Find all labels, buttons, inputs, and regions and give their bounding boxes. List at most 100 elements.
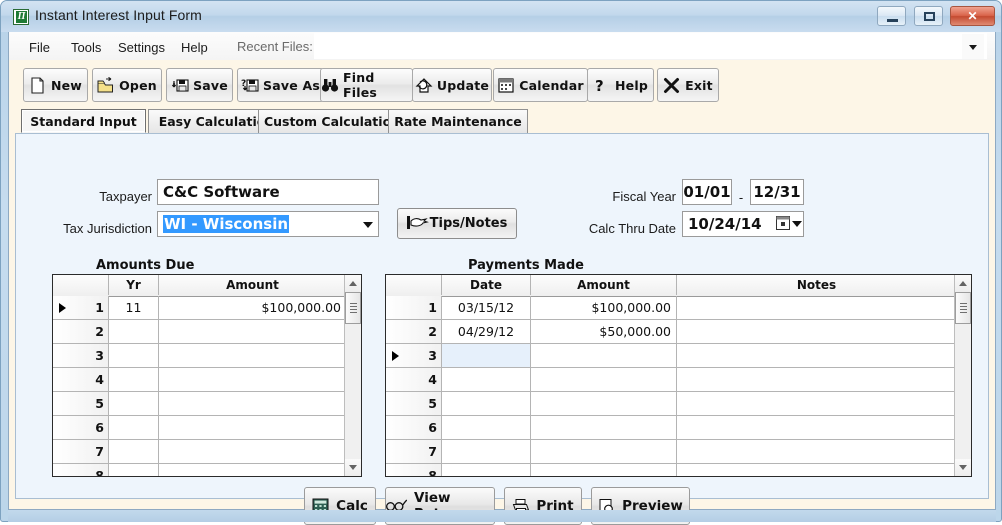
- cell-yr[interactable]: [109, 416, 159, 439]
- scroll-down-button[interactable]: [955, 459, 971, 476]
- row-selector[interactable]: 2: [386, 320, 442, 343]
- cell-date[interactable]: [442, 368, 531, 391]
- cell-amount[interactable]: [159, 368, 346, 391]
- chevron-down-icon[interactable]: [792, 221, 802, 227]
- table-row[interactable]: 3: [53, 344, 346, 368]
- scroll-thumb[interactable]: [955, 292, 971, 324]
- recent-files-combo[interactable]: [314, 33, 987, 59]
- toolbar-button-exit[interactable]: Exit: [657, 68, 719, 102]
- row-selector[interactable]: 8: [386, 464, 442, 476]
- cell-notes[interactable]: [677, 440, 956, 463]
- table-row[interactable]: 4: [53, 368, 346, 392]
- row-selector[interactable]: 2: [53, 320, 109, 343]
- cell-amount[interactable]: [159, 344, 346, 367]
- cell-date[interactable]: 04/29/12: [442, 320, 531, 343]
- cell-yr[interactable]: [109, 392, 159, 415]
- toolbar-button-new[interactable]: New: [23, 68, 88, 102]
- cell-yr[interactable]: [109, 368, 159, 391]
- toolbar-button-save[interactable]: Save: [166, 68, 233, 102]
- cell-notes[interactable]: [677, 416, 956, 439]
- cell-notes[interactable]: [677, 320, 956, 343]
- scroll-down-button[interactable]: [345, 459, 361, 476]
- payments-col-notes[interactable]: Notes: [677, 275, 956, 295]
- table-row[interactable]: 7: [53, 440, 346, 464]
- chevron-down-icon[interactable]: [363, 222, 373, 228]
- cell-notes[interactable]: [677, 392, 956, 415]
- fiscal-year-end-input[interactable]: 12/31: [750, 179, 804, 205]
- amounts-due-scrollbar[interactable]: [344, 275, 361, 476]
- recent-files-dropdown-button[interactable]: [962, 34, 984, 59]
- table-row[interactable]: 8: [53, 464, 346, 476]
- cell-amount[interactable]: [531, 344, 677, 367]
- cell-notes[interactable]: [677, 296, 956, 319]
- tab-standard-input[interactable]: Standard Input: [21, 109, 146, 133]
- table-row[interactable]: 6: [53, 416, 346, 440]
- menu-settings[interactable]: Settings: [111, 38, 172, 57]
- payments-col-date[interactable]: Date: [442, 275, 531, 295]
- tax-jurisdiction-combo[interactable]: WI - Wisconsin: [157, 211, 379, 237]
- toolbar-button-find-files[interactable]: Find Files: [320, 68, 413, 102]
- cell-date[interactable]: [442, 344, 531, 367]
- cell-amount[interactable]: [159, 392, 346, 415]
- close-button[interactable]: ✕: [950, 6, 995, 26]
- toolbar-button-save-as[interactable]: ? Save As: [237, 68, 324, 102]
- payments-made-scrollbar[interactable]: [954, 275, 971, 476]
- cell-amount[interactable]: [159, 320, 346, 343]
- scroll-up-button[interactable]: [345, 275, 361, 292]
- cell-yr[interactable]: [109, 464, 159, 476]
- scroll-up-button[interactable]: [955, 275, 971, 292]
- cell-amount[interactable]: [159, 440, 346, 463]
- row-selector[interactable]: 4: [386, 368, 442, 391]
- cell-amount[interactable]: $50,000.00: [531, 320, 677, 343]
- minimize-button[interactable]: [877, 6, 907, 26]
- cell-amount[interactable]: [159, 416, 346, 439]
- payments-made-grid[interactable]: Date Amount Notes 1 03/15/12 $100,000.00 2 0…: [385, 274, 972, 477]
- row-selector[interactable]: 6: [53, 416, 109, 439]
- table-row[interactable]: 3: [386, 344, 956, 368]
- toolbar-button-update[interactable]: Update: [412, 68, 492, 102]
- menu-help[interactable]: Help: [174, 38, 215, 57]
- payments-col-amount[interactable]: Amount: [531, 275, 677, 295]
- cell-amount[interactable]: $100,000.00: [159, 296, 346, 319]
- toolbar-button-calendar[interactable]: Calendar: [493, 68, 588, 102]
- table-row[interactable]: 5: [386, 392, 956, 416]
- cell-date[interactable]: [442, 440, 531, 463]
- table-row[interactable]: 7: [386, 440, 956, 464]
- row-selector[interactable]: 8: [53, 464, 109, 476]
- cell-yr[interactable]: [109, 344, 159, 367]
- tips-notes-button[interactable]: Tips/Notes: [397, 208, 517, 239]
- menu-file[interactable]: File: [22, 38, 57, 57]
- row-selector[interactable]: 7: [386, 440, 442, 463]
- table-row[interactable]: 2: [53, 320, 346, 344]
- cell-yr[interactable]: [109, 320, 159, 343]
- table-row[interactable]: 4: [386, 368, 956, 392]
- row-selector[interactable]: 5: [386, 392, 442, 415]
- maximize-button[interactable]: [913, 6, 943, 26]
- cell-date[interactable]: [442, 392, 531, 415]
- table-row[interactable]: 1 03/15/12 $100,000.00: [386, 296, 956, 320]
- row-selector[interactable]: 7: [53, 440, 109, 463]
- row-selector[interactable]: 3: [53, 344, 109, 367]
- cell-date[interactable]: [442, 464, 531, 476]
- cell-notes[interactable]: [677, 368, 956, 391]
- tab-custom-calculation[interactable]: Custom Calculation: [258, 109, 406, 133]
- tab-rate-maintenance[interactable]: Rate Maintenance: [388, 109, 528, 133]
- cell-amount[interactable]: $100,000.00: [531, 296, 677, 319]
- amounts-due-grid[interactable]: Yr Amount 1 11 $100,000.00 2 3 4 5 6 7 8: [52, 274, 362, 477]
- table-row[interactable]: 8: [386, 464, 956, 476]
- row-selector[interactable]: 1: [53, 296, 109, 319]
- cell-notes[interactable]: [677, 464, 956, 476]
- cell-notes[interactable]: [677, 344, 956, 367]
- cell-amount[interactable]: [531, 368, 677, 391]
- amounts-due-col-yr[interactable]: Yr: [109, 275, 159, 295]
- menu-tools[interactable]: Tools: [64, 38, 108, 57]
- row-selector[interactable]: 1: [386, 296, 442, 319]
- cell-amount[interactable]: [531, 464, 677, 476]
- row-selector[interactable]: 6: [386, 416, 442, 439]
- table-row[interactable]: 2 04/29/12 $50,000.00: [386, 320, 956, 344]
- calendar-picker-button[interactable]: [776, 216, 790, 235]
- table-row[interactable]: 1 11 $100,000.00: [53, 296, 346, 320]
- cell-amount[interactable]: [531, 392, 677, 415]
- toolbar-button-help[interactable]: ? Help: [587, 68, 654, 102]
- amounts-due-col-amount[interactable]: Amount: [159, 275, 346, 295]
